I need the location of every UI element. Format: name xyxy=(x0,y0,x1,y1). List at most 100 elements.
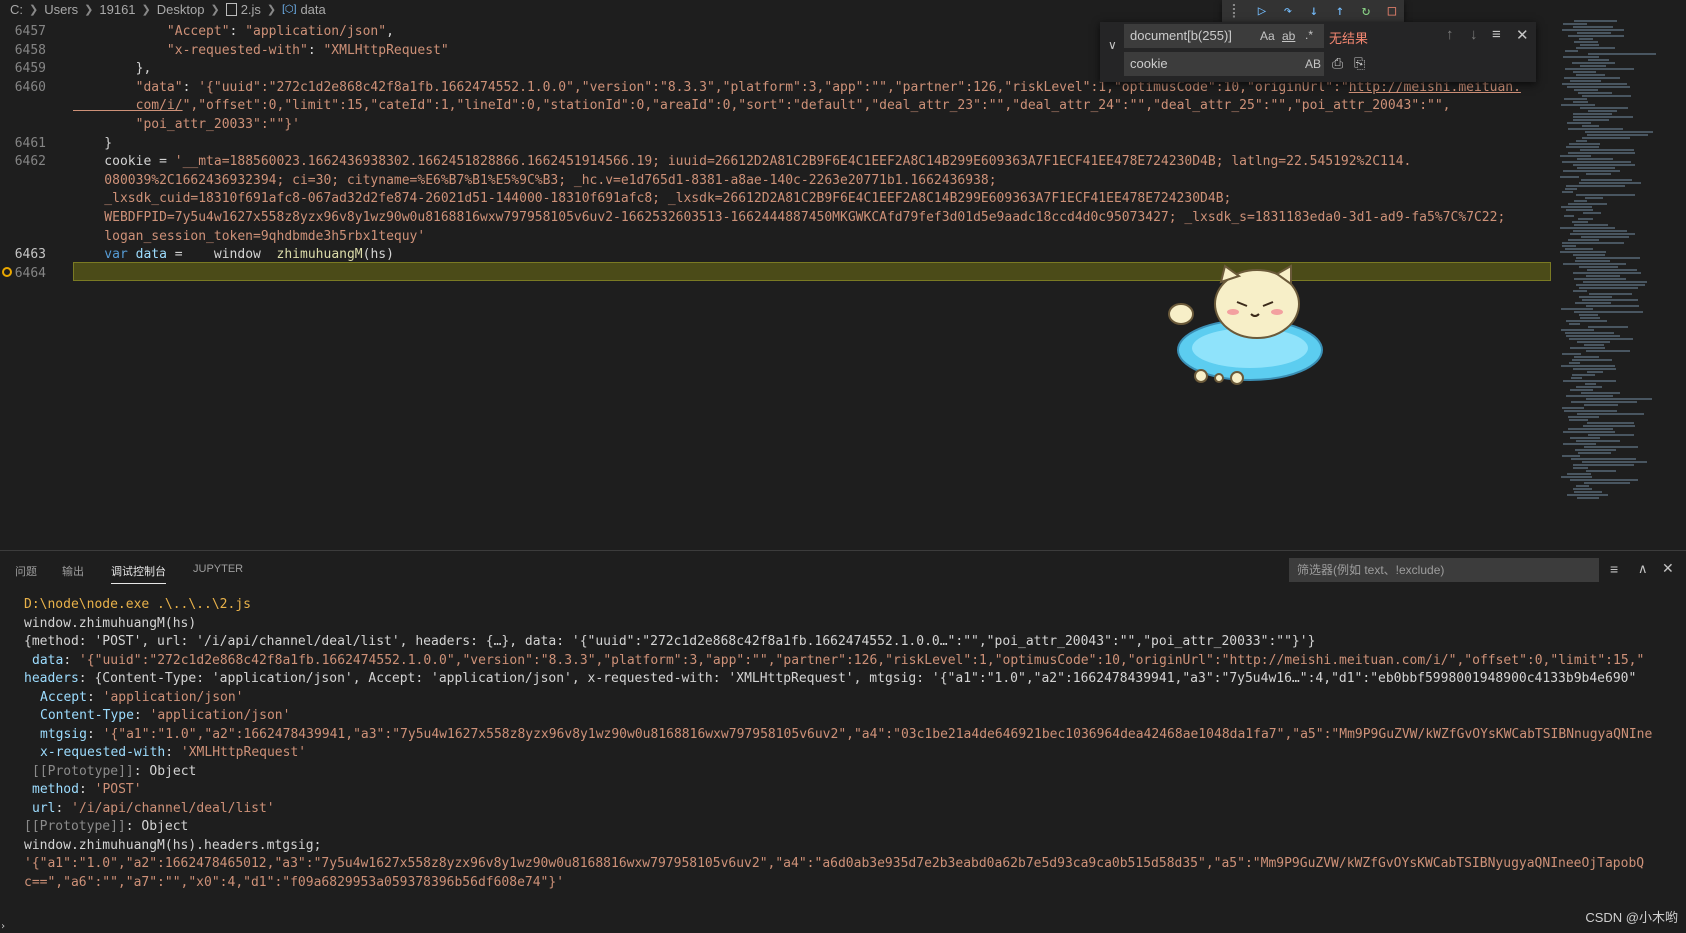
minimap-line xyxy=(1583,212,1601,214)
console-line[interactable]: D:\node\node.exe .\..\..\2.js xyxy=(24,595,1684,614)
line-number[interactable]: 6461 xyxy=(0,134,46,153)
breadcrumb-user[interactable]: 19161 xyxy=(99,2,135,17)
breadcrumb-file[interactable]: 2.js xyxy=(241,2,261,17)
tab-problems[interactable]: 问题 xyxy=(15,563,37,579)
minimap-line xyxy=(1586,305,1639,307)
minimap-line xyxy=(1586,398,1652,400)
minimap-line xyxy=(1573,464,1634,466)
replace-icon[interactable]: ⎙ xyxy=(1332,55,1343,72)
minimap-line xyxy=(1581,236,1629,238)
word-wrap-icon[interactable]: ≡ xyxy=(1610,561,1618,577)
next-match-arrow-icon[interactable]: ↓ xyxy=(1470,26,1478,43)
console-line[interactable]: ›[[Prototype]]: Object xyxy=(32,762,1684,781)
minimap[interactable] xyxy=(1560,18,1686,550)
line-number[interactable]: 6457 xyxy=(0,22,46,41)
code-text: } xyxy=(73,134,112,153)
breadcrumb-desktop[interactable]: Desktop xyxy=(157,2,205,17)
step-out-icon[interactable]: ↑ xyxy=(1332,3,1348,19)
minimap-line xyxy=(1568,416,1599,418)
code-token: "poi_attr_20033":""}' xyxy=(73,117,300,132)
step-over-icon[interactable]: ↷ xyxy=(1280,3,1296,19)
console-line[interactable]: data: '{"uuid":"272c1d2e868c42f8a1fb.166… xyxy=(32,651,1684,670)
console-line[interactable]: ∨{method: 'POST', url: '/i/api/channel/d… xyxy=(24,632,1684,651)
toggle-replace-chevron-icon[interactable]: ∨ xyxy=(1108,38,1117,52)
minimap-line xyxy=(1583,425,1635,427)
code-line: WEBDFPID=7y5u4w1627x558z8yzx96v8y1wz90w0… xyxy=(0,208,1505,227)
minimap-line xyxy=(1578,92,1612,94)
minimap-line xyxy=(1582,137,1630,139)
line-number[interactable]: 6464 xyxy=(0,264,46,283)
console-line[interactable]: url: '/i/api/channel/deal/list' xyxy=(32,799,1684,818)
console-line[interactable]: ›window.zhimuhuangM(hs).headers.mtgsig; xyxy=(24,836,1684,855)
repl-prompt-icon[interactable]: › xyxy=(0,921,6,932)
tab-jupyter[interactable]: JUPYTER xyxy=(193,563,243,575)
console-line[interactable]: ›window.zhimuhuangM(hs) xyxy=(24,614,1684,633)
drag-handle-icon[interactable]: ⡇ xyxy=(1228,3,1244,19)
line-number[interactable]: 6463 xyxy=(0,245,46,264)
tab-output[interactable]: 输出 xyxy=(62,563,84,579)
console-line[interactable]: mtgsig: '{"a1":"1.0","a2":1662478439941,… xyxy=(40,725,1684,744)
replace-input[interactable]: cookie xyxy=(1124,52,1324,76)
line-number[interactable]: 6459 xyxy=(0,59,46,78)
line-number[interactable]: 6462 xyxy=(0,152,46,171)
maximize-panel-icon[interactable]: ∧ xyxy=(1638,561,1648,577)
console-line[interactable]: Content-Type: 'application/json' xyxy=(40,706,1684,725)
console-token: Accept xyxy=(40,689,87,705)
code-line: 6462 cookie = '__mta=188560023.166243693… xyxy=(0,152,1478,171)
minimap-line xyxy=(1582,299,1638,301)
code-text: "x-requested-with": "XMLHttpRequest" xyxy=(73,41,449,60)
console-line[interactable]: method: 'POST' xyxy=(32,780,1684,799)
replace-all-icon[interactable]: ⎘ xyxy=(1354,55,1365,72)
minimap-line xyxy=(1560,227,1615,229)
minimap-line xyxy=(1585,383,1596,385)
minimap-line xyxy=(1573,254,1605,256)
match-case-button[interactable]: Aa xyxy=(1260,29,1275,43)
status-bar: › xyxy=(0,920,1686,933)
console-line[interactable]: '{"a1":"1.0","a2":1662478465012,"a3":"7y… xyxy=(24,854,1684,873)
breadcrumb-drive[interactable]: C: xyxy=(10,2,23,17)
console-token: : xyxy=(86,726,103,742)
find-in-selection-icon[interactable]: ≡ xyxy=(1492,26,1501,43)
minimap-line xyxy=(1566,320,1607,322)
breadcrumb-users[interactable]: Users xyxy=(44,2,78,17)
console-line[interactable]: ∨headers: {Content-Type: 'application/js… xyxy=(24,669,1684,688)
minimap-line xyxy=(1574,224,1608,226)
minimap-line xyxy=(1561,365,1615,367)
preserve-case-button[interactable]: AB xyxy=(1305,57,1321,71)
line-number[interactable]: 6458 xyxy=(0,41,46,60)
minimap-line xyxy=(1573,488,1592,490)
minimap-line xyxy=(1566,395,1613,397)
whole-word-button[interactable]: ab xyxy=(1282,29,1295,43)
breadcrumb-symbol[interactable]: data xyxy=(300,2,325,17)
previous-match-arrow-icon[interactable]: ↑ xyxy=(1446,26,1454,43)
continue-icon[interactable]: ▷ xyxy=(1254,3,1270,19)
minimap-line xyxy=(1582,461,1647,463)
watermark: CSDN @小木哟 xyxy=(1585,910,1678,925)
minimap-line xyxy=(1562,83,1627,85)
code-text: var data = window zhimuhuangM(hs) xyxy=(73,245,394,264)
minimap-line xyxy=(1561,329,1594,331)
stop-icon[interactable]: □ xyxy=(1384,3,1400,19)
restart-icon[interactable]: ↻ xyxy=(1358,3,1374,19)
console-line[interactable]: x-requested-with: 'XMLHttpRequest' xyxy=(40,743,1684,762)
console-line[interactable]: c==","a6":"","a7":"","x0":4,"d1":"f09a68… xyxy=(24,873,1684,892)
console-token: 'XMLHttpRequest' xyxy=(180,745,307,760)
code-token: logan_session_token=9qhdbmde3h5rbx1tequy… xyxy=(73,228,426,244)
filter-input[interactable]: 筛选器(例如 text、!exclude) xyxy=(1289,558,1599,582)
console-line[interactable]: ›[[Prototype]]: Object xyxy=(24,817,1684,836)
find-input-value: document[b(255)] xyxy=(1130,28,1232,43)
console-token: 'POST' xyxy=(94,782,142,797)
minimap-line xyxy=(1562,245,1576,247)
minimap-line xyxy=(1574,311,1643,313)
regex-button[interactable]: .* xyxy=(1305,28,1313,42)
chevron-right-icon: ❯ xyxy=(141,3,151,16)
step-into-icon[interactable]: ↓ xyxy=(1306,3,1322,19)
line-number[interactable]: 6460 xyxy=(0,78,46,97)
close-panel-icon[interactable]: ✕ xyxy=(1662,560,1674,577)
minimap-line xyxy=(1568,428,1613,430)
console-line[interactable]: Accept: 'application/json' xyxy=(40,688,1684,707)
close-icon[interactable]: ✕ xyxy=(1516,26,1529,44)
console-token: : xyxy=(86,689,103,705)
tab-debug-console[interactable]: 调试控制台 xyxy=(111,563,166,584)
minimap-line xyxy=(1586,275,1620,277)
